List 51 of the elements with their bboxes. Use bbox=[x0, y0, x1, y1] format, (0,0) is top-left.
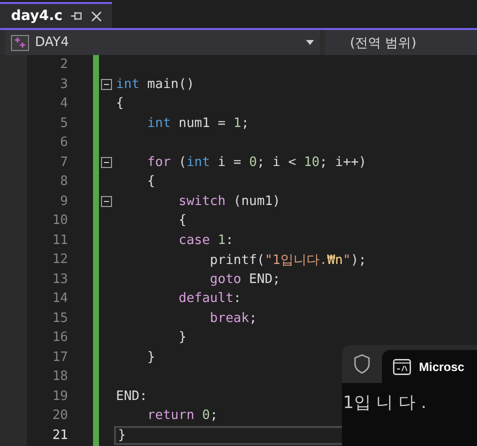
code-line: default: bbox=[178, 291, 242, 306]
line-number: 13 bbox=[51, 272, 68, 287]
scope-dropdown[interactable]: (전역 범위) bbox=[325, 30, 477, 55]
pin-icon[interactable] bbox=[70, 11, 83, 21]
line-number: 16 bbox=[51, 330, 68, 346]
line-number: 2 bbox=[59, 57, 68, 72]
collapse-icon[interactable] bbox=[101, 156, 112, 168]
file-tab[interactable]: day4.c bbox=[0, 2, 112, 28]
line-number: 8 bbox=[59, 174, 68, 190]
code-line: case 1: bbox=[178, 232, 234, 248]
code-line: printf("1입니다.₩n"); bbox=[208, 252, 366, 269]
code-line: END: bbox=[116, 388, 148, 404]
line-number: 3 bbox=[59, 76, 68, 92]
line-number: 21 bbox=[51, 428, 68, 443]
project-dropdown[interactable]: DAY4 bbox=[5, 30, 320, 55]
line-number: 15 bbox=[51, 310, 68, 326]
line-number: 12 bbox=[51, 252, 68, 268]
line-number: 11 bbox=[51, 232, 68, 248]
code-line: } bbox=[118, 428, 126, 443]
line-number: 18 bbox=[51, 369, 68, 384]
shield-icon[interactable] bbox=[353, 354, 371, 374]
code-line: { bbox=[178, 213, 186, 228]
code-line: for (int i = 0; i < 10; i++) bbox=[146, 154, 366, 170]
line-number: 4 bbox=[59, 96, 68, 112]
collapse-icon[interactable] bbox=[101, 196, 112, 207]
code-line: { bbox=[146, 174, 156, 190]
project-icon bbox=[11, 34, 29, 50]
terminal-output: 1입 니 다 . bbox=[342, 392, 428, 414]
code-line: goto END; bbox=[208, 272, 280, 287]
terminal-icon bbox=[393, 358, 411, 374]
line-number: 9 bbox=[59, 194, 68, 209]
line-number: 20 bbox=[51, 408, 68, 424]
line-number: 17 bbox=[51, 350, 68, 365]
collapse-icon[interactable] bbox=[101, 78, 112, 90]
code-line: break; bbox=[208, 310, 257, 326]
code-line: { bbox=[116, 96, 124, 112]
caret-icon bbox=[306, 40, 314, 45]
close-icon[interactable] bbox=[90, 10, 102, 22]
line-number: 14 bbox=[51, 291, 68, 306]
code-line: } bbox=[178, 330, 186, 346]
terminal-tab[interactable]: Microsc bbox=[382, 350, 477, 383]
line-number: 10 bbox=[51, 213, 68, 228]
code-line: int num1 = 1; bbox=[146, 116, 250, 131]
line-number: 5 bbox=[59, 116, 68, 131]
code-line: int main() bbox=[116, 76, 194, 92]
line-number: 19 bbox=[51, 388, 68, 404]
line-number: 7 bbox=[59, 154, 68, 170]
code-line: switch (num1) bbox=[178, 194, 280, 209]
line-number: 6 bbox=[59, 135, 68, 150]
code-line: } bbox=[146, 350, 156, 365]
code-line: return 0; bbox=[146, 408, 218, 424]
